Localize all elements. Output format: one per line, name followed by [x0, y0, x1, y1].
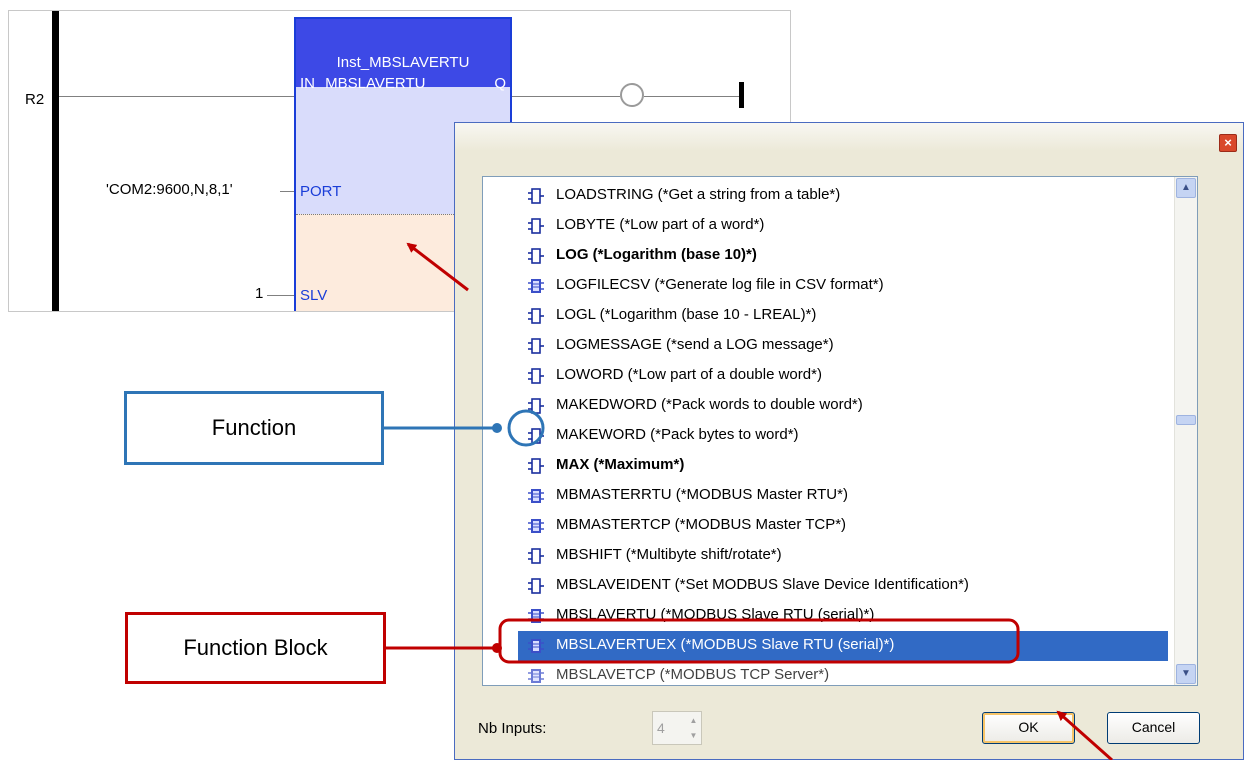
vertical-scrollbar[interactable]: ▲ ▼	[1174, 177, 1197, 685]
scrollbar-thumb[interactable]	[1176, 415, 1196, 425]
block-list[interactable]: LOADSTRING (*Get a string from a table*)…	[482, 176, 1198, 686]
pin-slv: SLV	[300, 287, 328, 304]
block-title-row: IN MBSLAVERTU Q	[300, 75, 506, 92]
function-block-icon	[527, 517, 545, 535]
port-parameter[interactable]: 'COM2:9600,N,8,1'	[106, 181, 233, 198]
slv-parameter[interactable]: 1	[255, 285, 263, 302]
block-list-item[interactable]: MAX (*Maximum*)	[483, 451, 1197, 481]
function-icon	[527, 187, 545, 205]
pin-in: IN	[300, 75, 315, 92]
block-type-name: MBSLAVERTU	[325, 75, 426, 92]
block-list-item-label: MBSLAVERTUEX (*MODBUS Slave RTU (serial)…	[556, 636, 895, 653]
block-list-item[interactable]: LOWORD (*Low part of a double word*)	[483, 361, 1197, 391]
instance-name: Inst_MBSLAVERTU	[336, 54, 470, 71]
spin-down-icon[interactable]: ▼	[686, 728, 701, 743]
function-icon	[527, 247, 545, 265]
function-block-icon	[527, 667, 545, 685]
function-callout: Function	[124, 391, 384, 465]
pin-q: Q	[494, 75, 506, 92]
rung-label: R2	[25, 91, 45, 108]
rung-wire-in	[59, 96, 294, 97]
chevron-down-icon: ▼	[1181, 668, 1191, 679]
block-list-item[interactable]: LOBYTE (*Low part of a word*)	[483, 211, 1197, 241]
block-list-item-label: LOADSTRING (*Get a string from a table*)	[556, 186, 841, 203]
spin-up-icon[interactable]: ▲	[686, 713, 701, 728]
block-list-item-label: LOBYTE (*Low part of a word*)	[556, 216, 765, 233]
block-list-item-label: MBSHIFT (*Multibyte shift/rotate*)	[556, 546, 782, 563]
close-icon: ×	[1224, 135, 1232, 150]
block-list-item-label: MBMASTERTCP (*MODBUS Master TCP*)	[556, 516, 847, 533]
function-block-icon	[527, 277, 545, 295]
chevron-up-icon: ▲	[1181, 182, 1191, 193]
block-list-item[interactable]: LOADSTRING (*Get a string from a table*)	[483, 181, 1197, 211]
rung-end-bar	[739, 82, 744, 108]
function-icon	[527, 367, 545, 385]
function-block-icon	[527, 487, 545, 505]
ok-button[interactable]: OK	[982, 712, 1075, 744]
block-list-item-label: MBSLAVEIDENT (*Set MODBUS Slave Device I…	[556, 576, 969, 593]
select-block-dialog: × LOADSTRING (*Get a string from a table…	[454, 122, 1244, 760]
block-list-item-label: LOGMESSAGE (*send a LOG message*)	[556, 336, 834, 353]
function-icon	[527, 337, 545, 355]
block-list-item[interactable]: MBMASTERTCP (*MODBUS Master TCP*)	[483, 511, 1197, 541]
block-list-item-label: LOGFILECSV (*Generate log file in CSV fo…	[556, 276, 884, 293]
block-list-item[interactable]: LOG (*Logarithm (base 10)*)	[483, 241, 1197, 271]
port-pin-wire	[280, 191, 294, 192]
block-list-item-label: MAX (*Maximum*)	[556, 456, 685, 473]
nb-inputs-spinner[interactable]: ▲ ▼	[686, 713, 701, 743]
nb-inputs-label: Nb Inputs:	[478, 720, 547, 737]
block-list-item-label: MAKEDWORD (*Pack words to double word*)	[556, 396, 863, 413]
block-list-item-label: MBSLAVETCP (*MODBUS TCP Server*)	[556, 666, 830, 683]
block-list-item-label: MAKEWORD (*Pack bytes to word*)	[556, 426, 799, 443]
block-list-item[interactable]: LOGMESSAGE (*send a LOG message*)	[483, 331, 1197, 361]
block-list-item[interactable]: MBSLAVERTUEX (*MODBUS Slave RTU (serial)…	[518, 631, 1168, 661]
block-list-item[interactable]: MBSLAVETCP (*MODBUS TCP Server*)	[483, 661, 1197, 685]
function-icon	[527, 397, 545, 415]
function-block-callout: Function Block	[125, 612, 386, 684]
block-list-item[interactable]: MBMASTERRTU (*MODBUS Master RTU*)	[483, 481, 1197, 511]
block-list-item[interactable]: MBSHIFT (*Multibyte shift/rotate*)	[483, 541, 1197, 571]
block-list-item-label: LOG (*Logarithm (base 10)*)	[556, 246, 757, 263]
function-block-icon	[527, 637, 545, 655]
function-icon	[527, 547, 545, 565]
function-block-icon	[527, 607, 545, 625]
function-icon	[527, 307, 545, 325]
close-button[interactable]: ×	[1219, 134, 1237, 152]
block-list-item[interactable]: MBSLAVEIDENT (*Set MODBUS Slave Device I…	[483, 571, 1197, 601]
block-list-item[interactable]: LOGL (*Logarithm (base 10 - LREAL)*)	[483, 301, 1197, 331]
block-list-item[interactable]: MAKEDWORD (*Pack words to double word*)	[483, 391, 1197, 421]
pin-port: PORT	[300, 183, 342, 200]
function-icon	[527, 427, 545, 445]
block-list-item-label: LOWORD (*Low part of a double word*)	[556, 366, 822, 383]
scroll-down-button[interactable]: ▼	[1176, 664, 1196, 684]
rung-wire-out	[512, 96, 620, 97]
slv-pin-wire	[267, 295, 294, 296]
dialog-titlebar[interactable]	[455, 123, 1243, 151]
function-icon	[527, 457, 545, 475]
block-list-item-label: MBSLAVERTU (*MODBUS Slave RTU (serial)*)	[556, 606, 875, 623]
block-list-item-label: MBMASTERRTU (*MODBUS Master RTU*)	[556, 486, 848, 503]
rung-wire-end	[644, 96, 739, 97]
block-list-item[interactable]: LOGFILECSV (*Generate log file in CSV fo…	[483, 271, 1197, 301]
cancel-button[interactable]: Cancel	[1107, 712, 1200, 744]
left-power-rail	[52, 11, 59, 311]
block-list-item[interactable]: MBSLAVERTU (*MODBUS Slave RTU (serial)*)	[483, 601, 1197, 631]
function-icon	[527, 217, 545, 235]
coil[interactable]	[620, 83, 644, 107]
scroll-up-button[interactable]: ▲	[1176, 178, 1196, 198]
block-list-item[interactable]: MAKEWORD (*Pack bytes to word*)	[483, 421, 1197, 451]
block-list-item-label: LOGL (*Logarithm (base 10 - LREAL)*)	[556, 306, 817, 323]
function-icon	[527, 577, 545, 595]
